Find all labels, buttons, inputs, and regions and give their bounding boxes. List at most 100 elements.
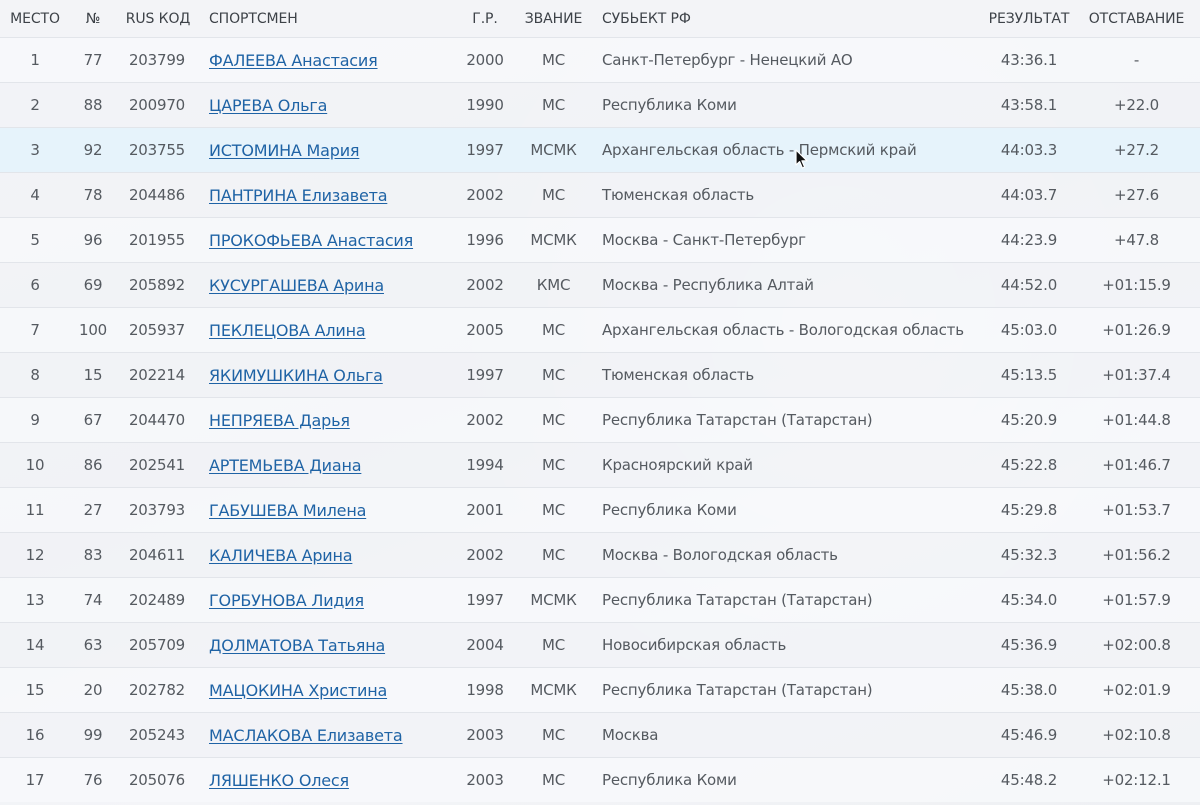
header-rank[interactable]: ЗВАНИЕ [520,0,587,37]
cell-region: Москва - Вологодская область [602,546,838,564]
cell-birth-year: 1997 [466,141,504,159]
cell-place: 15 [25,681,45,699]
cell-result: 45:29.8 [1000,501,1058,519]
athlete-link[interactable]: ПЕКЛЕЦОВА Алина [209,321,366,340]
cell-result: 43:36.1 [1000,51,1058,69]
cell-athlete: МАЦОКИНА Христина [209,668,459,712]
header-behind[interactable]: ОТСТАВАНИЕ [1073,0,1200,37]
cell-place: 10 [25,456,45,474]
table-row[interactable]: 5 96 201955 ПРОКОФЬЕВА Анастасия 1996 МСМК Мос… [0,217,1200,262]
cell-athlete: ЛЯШЕНКО Олеся [209,758,459,802]
cell-rus-code: 202214 [128,366,186,384]
cell-rus-code: 205243 [128,726,186,744]
cell-region: Республика Татарстан (Татарстан) [602,591,873,609]
header-athlete[interactable]: СПОРТСМЕН [209,0,459,37]
athlete-link[interactable]: КАЛИЧЕВА Арина [209,546,353,565]
cell-rus-code: 202489 [128,591,186,609]
cell-bib: 69 [83,276,103,294]
cell-athlete: ПЕКЛЕЦОВА Алина [209,308,459,352]
table-row[interactable]: 8 15 202214 ЯКИМУШКИНА Ольга 1997 МС Тюменская… [0,352,1200,397]
table-row[interactable]: 2 88 200970 ЦАРЕВА Ольга 1990 МС Республика Ко… [0,82,1200,127]
cell-bib: 88 [83,96,103,114]
header-region[interactable]: СУБЬЕКТ РФ [602,0,992,37]
athlete-link[interactable]: НЕПРЯЕВА Дарья [209,411,350,430]
cell-result: 44:23.9 [1000,231,1058,249]
cell-athlete: ИСТОМИНА Мария [209,128,459,172]
athlete-link[interactable]: ЛЯШЕНКО Олеся [209,771,349,790]
cell-bib: 74 [83,591,103,609]
athlete-link[interactable]: АРТЕМЬЕВА Диана [209,456,362,475]
cell-rank: МС [541,726,565,744]
table-row[interactable]: 6 69 205892 КУСУРГАШЕВА Арина 2002 КМС Москва … [0,262,1200,307]
athlete-link[interactable]: ИСТОМИНА Мария [209,141,360,160]
athlete-link[interactable]: ГАБУШЕВА Милена [209,501,366,520]
header-bib[interactable]: № [70,0,116,37]
cell-behind: +01:53.7 [1102,501,1171,519]
table-row[interactable]: 1 77 203799 ФАЛЕЕВА Анастасия 2000 МС Санкт-Пе… [0,37,1200,82]
table-row[interactable]: 4 78 204486 ПАНТРИНА Елизавета 2002 МС Тюменск… [0,172,1200,217]
cell-region: Красноярский край [602,456,753,474]
cell-behind: +01:15.9 [1102,276,1171,294]
cell-rank: МС [541,456,565,474]
table-row[interactable]: 9 67 204470 НЕПРЯЕВА Дарья 2002 МС Республика … [0,397,1200,442]
cell-rus-code: 203755 [128,141,186,159]
cell-rus-code: 204611 [128,546,186,564]
header-birth-year[interactable]: Г.Р. [455,0,515,37]
table-row[interactable]: 14 63 205709 ДОЛМАТОВА Татьяна 2004 МС Новосиб… [0,622,1200,667]
cell-result: 45:46.9 [1000,726,1058,744]
cell-birth-year: 2003 [466,771,504,789]
table-row[interactable]: 3 92 203755 ИСТОМИНА Мария 1997 МСМК Архангель… [0,127,1200,172]
cell-athlete: ФАЛЕЕВА Анастасия [209,38,459,82]
cell-rank: МС [541,366,565,384]
header-rus-code[interactable]: RUS КОД [118,0,198,37]
cell-behind: +02:12.1 [1102,771,1171,789]
cell-place: 3 [30,141,40,159]
cell-result: 45:20.9 [1000,411,1058,429]
athlete-link[interactable]: МАЦОКИНА Христина [209,681,387,700]
cell-place: 13 [25,591,45,609]
cell-place: 12 [25,546,45,564]
cell-place: 11 [25,501,45,519]
cell-result: 45:36.9 [1000,636,1058,654]
results-table: МЕСТО № RUS КОД СПОРТСМЕН Г.Р. ЗВАНИЕ СУ… [0,0,1200,802]
cell-birth-year: 2002 [466,411,504,429]
cell-behind: +22.0 [1114,96,1159,114]
athlete-link[interactable]: КУСУРГАШЕВА Арина [209,276,384,295]
table-row[interactable]: 11 27 203793 ГАБУШЕВА Милена 2001 МС Республик… [0,487,1200,532]
cell-bib: 27 [83,501,103,519]
cell-athlete: ГАБУШЕВА Милена [209,488,459,532]
athlete-link[interactable]: ПАНТРИНА Елизавета [209,186,388,205]
table-row[interactable]: 10 86 202541 АРТЕМЬЕВА Диана 1994 МС Красноярс… [0,442,1200,487]
cell-bib: 63 [83,636,103,654]
cell-region: Новосибирская область [602,636,787,654]
cell-bib: 99 [83,726,103,744]
cell-bib: 86 [83,456,103,474]
athlete-link[interactable]: ФАЛЕЕВА Анастасия [209,51,378,70]
table-row[interactable]: 12 83 204611 КАЛИЧЕВА Арина 2002 МС Москва - В… [0,532,1200,577]
cell-birth-year: 1996 [466,231,504,249]
athlete-link[interactable]: ГОРБУНОВА Лидия [209,591,364,610]
table-row[interactable]: 13 74 202489 ГОРБУНОВА Лидия 1997 МСМК Республ… [0,577,1200,622]
cell-result: 45:22.8 [1000,456,1058,474]
header-place[interactable]: МЕСТО [0,0,70,37]
table-row[interactable]: 15 20 202782 МАЦОКИНА Христина 1998 МСМК Респу… [0,667,1200,712]
table-row[interactable]: 17 76 205076 ЛЯШЕНКО Олеся 2003 МС Республика … [0,757,1200,802]
cell-result: 45:48.2 [1000,771,1058,789]
athlete-link[interactable]: ПРОКОФЬЕВА Анастасия [209,231,413,250]
cell-result: 45:13.5 [1000,366,1058,384]
cell-behind: - [1133,51,1140,69]
cell-rank: МС [541,186,565,204]
cell-result: 44:52.0 [1000,276,1058,294]
athlete-link[interactable]: МАСЛАКОВА Елизавета [209,726,403,745]
table-row[interactable]: 7 100 205937 ПЕКЛЕЦОВА Алина 2005 МС Архангель… [0,307,1200,352]
athlete-link[interactable]: ДОЛМАТОВА Татьяна [209,636,385,655]
athlete-link[interactable]: ЯКИМУШКИНА Ольга [209,366,383,385]
athlete-link[interactable]: ЦАРЕВА Ольга [209,96,327,115]
cell-bib: 76 [83,771,103,789]
cell-rus-code: 203793 [128,501,186,519]
cell-rank: МС [541,501,565,519]
table-row[interactable]: 16 99 205243 МАСЛАКОВА Елизавета 2003 МС Москв… [0,712,1200,757]
cell-rus-code: 205076 [128,771,186,789]
header-result[interactable]: РЕЗУЛЬТАТ [985,0,1073,37]
cell-region: Санкт-Петербург - Ненецкий АО [602,51,853,69]
